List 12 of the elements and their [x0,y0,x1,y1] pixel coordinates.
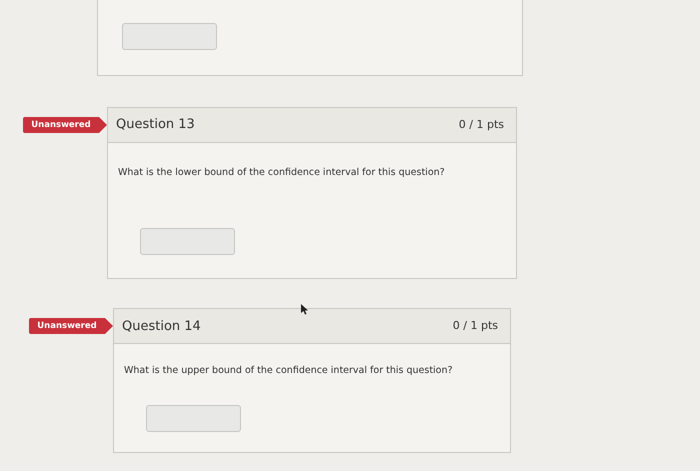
badge-arrow-icon [105,318,113,334]
question-title: Question 13 [116,116,195,134]
answer-input[interactable] [140,228,235,256]
question-text: What is the lower bound of the confidence interval for this question? [118,166,446,180]
answer-input[interactable] [146,404,241,432]
answer-input[interactable] [122,23,217,50]
points-label: 0 / 1 pts [458,116,504,133]
question-text: What is the upper bound of the confidence interval for this question? [124,364,454,378]
question-title: Question 14 [122,318,201,336]
mouse-cursor-icon [301,304,309,315]
badge-arrow-icon [99,117,107,133]
points-label: 0 / 1 pts [452,318,498,334]
